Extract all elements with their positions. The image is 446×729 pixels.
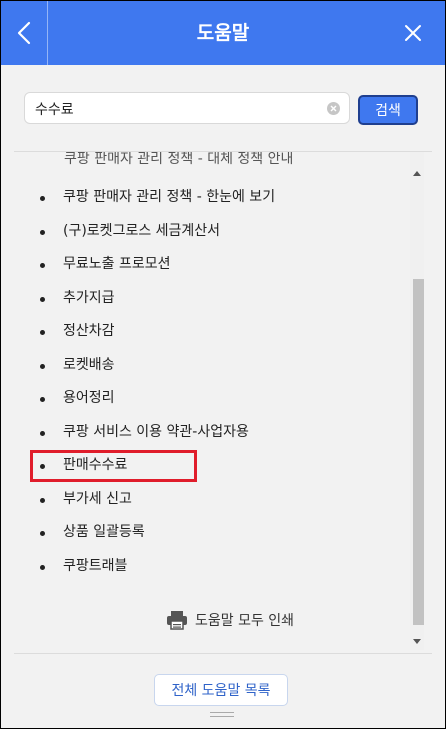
bullet bbox=[40, 196, 45, 201]
divider bbox=[14, 653, 432, 654]
list-item-label: (구)로켓그로스 세금계산서 bbox=[63, 222, 221, 239]
list-item[interactable]: 쿠팡 서비스 이용 약관-사업자용 bbox=[14, 416, 410, 450]
help-panel: 도움말 검색 쿠팡 판매자 관리 정책 - 대체 정책 안내 쿠팡 판매자 관리… bbox=[0, 0, 446, 729]
bullet bbox=[40, 363, 45, 369]
list-item-label: 무료노출 프로모션 bbox=[63, 256, 171, 272]
list-item[interactable]: 용어정리 bbox=[14, 382, 410, 416]
bullet bbox=[40, 330, 45, 335]
all-topics-button[interactable]: 전체 도움말 목록 bbox=[154, 674, 288, 706]
print-all-button[interactable]: 도움말 모두 인쇄 bbox=[166, 606, 294, 634]
bullet bbox=[40, 397, 45, 402]
scroll-down-arrow-icon[interactable] bbox=[410, 634, 424, 648]
highlight-box bbox=[30, 450, 197, 482]
list-item[interactable]: (구)로켓그로스 세금계산서 bbox=[14, 215, 410, 249]
list-item[interactable]: 쿠팡트래블 bbox=[14, 550, 410, 584]
bullet bbox=[40, 430, 45, 436]
back-button[interactable] bbox=[1, 1, 47, 65]
list-item-label: 정산차감 bbox=[63, 323, 115, 339]
search-input[interactable] bbox=[33, 93, 327, 125]
chevron-left-icon bbox=[17, 21, 31, 45]
list-item[interactable]: 추가지급 bbox=[14, 282, 410, 316]
bullet bbox=[40, 531, 45, 536]
list-item-label: 로켓배송 bbox=[63, 356, 115, 373]
search-box bbox=[24, 92, 350, 125]
list-item[interactable]: 부가세 신고 bbox=[14, 483, 410, 517]
search-bar: 검색 bbox=[1, 65, 445, 152]
topic-list: 쿠팡 판매자 관리 정책 - 한눈에 보기 (구)로켓그로스 세금계산서 무료노… bbox=[14, 181, 410, 583]
list-item-label: 쿠팡트래블 bbox=[63, 557, 128, 574]
list-item[interactable]: 로켓배송 bbox=[14, 349, 410, 383]
bullet bbox=[40, 263, 45, 268]
results-list[interactable]: 쿠팡 판매자 관리 정책 - 대체 정책 안내 쿠팡 판매자 관리 정책 - 한… bbox=[14, 152, 432, 650]
bullet bbox=[40, 564, 45, 570]
bullet bbox=[40, 296, 45, 302]
list-item-label: 추가지급 bbox=[63, 289, 115, 306]
list-item[interactable]: 상품 일괄등록 bbox=[14, 516, 410, 550]
header-divider bbox=[47, 1, 48, 65]
search-button[interactable]: 검색 bbox=[358, 95, 418, 125]
bullet bbox=[40, 497, 45, 503]
list-item-label: 쿠팡 서비스 이용 약관-사업자용 bbox=[63, 423, 249, 440]
close-button[interactable] bbox=[391, 1, 435, 65]
list-item[interactable]: 무료노출 프로모션 bbox=[14, 248, 410, 282]
close-icon bbox=[405, 25, 421, 41]
list-item-label: 상품 일괄등록 bbox=[63, 524, 145, 540]
list-item-label: 부가세 신고 bbox=[63, 490, 132, 507]
scroll-up-arrow-icon[interactable] bbox=[410, 166, 424, 180]
list-item[interactable]: 정산차감 bbox=[14, 315, 410, 349]
scroll-thumb[interactable] bbox=[413, 279, 424, 625]
printer-icon bbox=[167, 611, 187, 630]
header-bar: 도움말 bbox=[1, 1, 445, 65]
page-title: 도움말 bbox=[196, 22, 250, 44]
list-item-label: 용어정리 bbox=[63, 390, 115, 406]
list-item-partial[interactable]: 쿠팡 판매자 관리 정책 - 대체 정책 안내 bbox=[64, 152, 293, 168]
bullet bbox=[40, 229, 45, 235]
list-item[interactable]: 쿠팡 판매자 관리 정책 - 한눈에 보기 bbox=[14, 181, 410, 215]
scrollbar[interactable] bbox=[410, 152, 424, 650]
print-all-label: 도움말 모두 인쇄 bbox=[195, 613, 295, 629]
clear-circle-icon[interactable] bbox=[327, 102, 340, 115]
list-item-label: 쿠팡 판매자 관리 정책 - 한눈에 보기 bbox=[63, 189, 276, 205]
resize-handle[interactable] bbox=[210, 712, 234, 720]
